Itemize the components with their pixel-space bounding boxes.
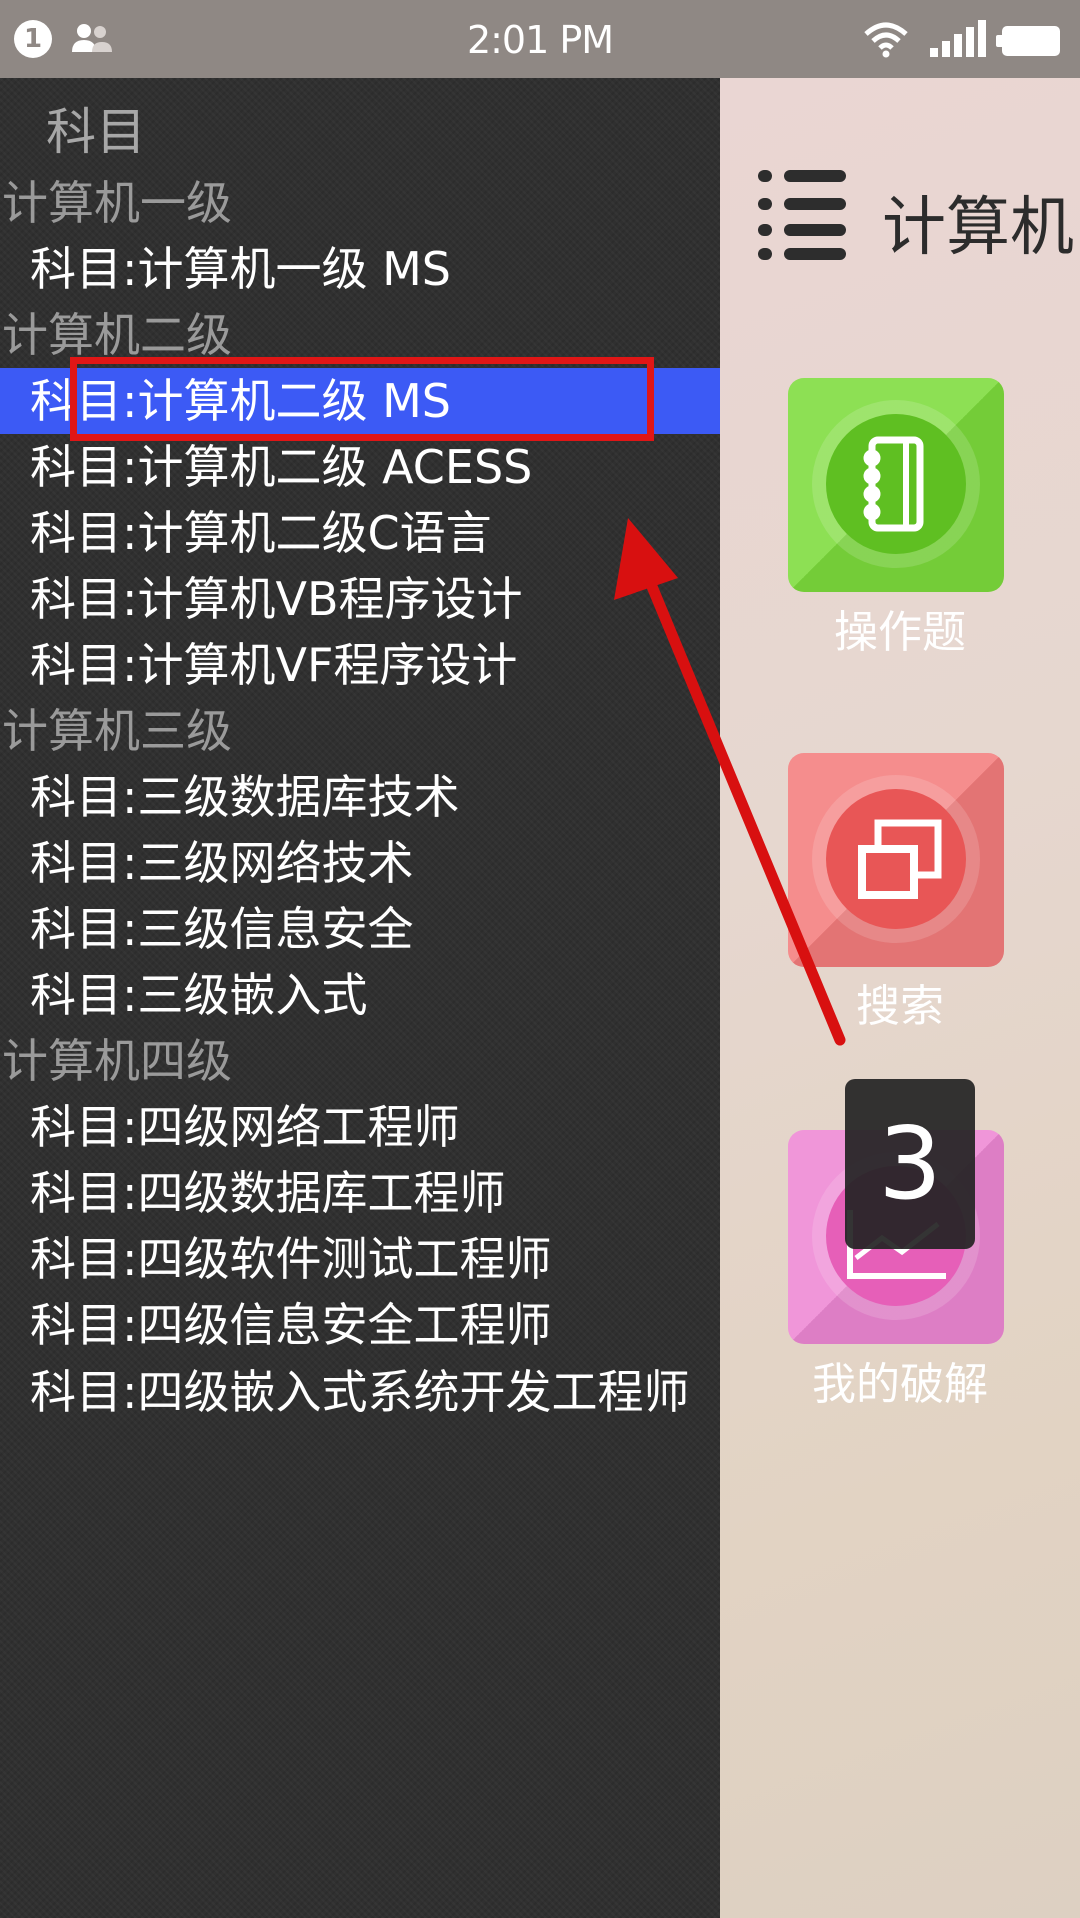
highlight-box-annotation bbox=[70, 357, 654, 441]
list-item[interactable]: 科目:三级网络技术 bbox=[0, 830, 720, 896]
operation-tile[interactable] bbox=[788, 378, 1004, 592]
my-crack-tile-label: 我的破解 bbox=[812, 1359, 988, 1410]
list-item[interactable]: 科目:四级网络工程师 bbox=[0, 1094, 720, 1160]
list-item[interactable]: 科目:三级数据库技术 bbox=[0, 764, 720, 830]
menu-list-icon[interactable] bbox=[758, 168, 848, 260]
list-item[interactable]: 科目:计算机二级C语言 bbox=[0, 500, 720, 566]
list-item[interactable]: 科目:计算机VF程序设计 bbox=[0, 632, 720, 698]
signal-icon bbox=[930, 20, 986, 57]
list-item[interactable]: 科目:三级嵌入式 bbox=[0, 962, 720, 1028]
main-panel: 计算机 操作题 搜索 我的破解 3 bbox=[720, 78, 1080, 1918]
list-item[interactable]: 科目:计算机VB程序设计 bbox=[0, 566, 720, 632]
windows-icon bbox=[858, 819, 942, 899]
list-item[interactable]: 科目:四级信息安全工程师 bbox=[0, 1292, 720, 1358]
wifi-icon bbox=[864, 22, 908, 58]
subject-drawer: 科目 计算机一级 科目:计算机一级 MS 计算机二级 科目:计算机二级 MS 科… bbox=[0, 78, 720, 1918]
status-bar: 1 2:01 PM bbox=[0, 0, 1080, 78]
list-item[interactable]: 科目:计算机二级 ACESS bbox=[0, 434, 720, 500]
list-item[interactable]: 科目:四级软件测试工程师 bbox=[0, 1226, 720, 1292]
list-item[interactable]: 科目:四级嵌入式系统开发工程师 bbox=[0, 1358, 690, 1420]
battery-icon bbox=[996, 26, 1060, 56]
operation-tile-label: 操作题 bbox=[834, 607, 966, 658]
status-time: 2:01 PM bbox=[466, 18, 614, 62]
list-item[interactable]: 科目:三级信息安全 bbox=[0, 896, 720, 962]
notebook-icon bbox=[863, 436, 924, 532]
list-item-label: 科目:四级嵌入式系统开发工程师 bbox=[30, 1365, 690, 1419]
search-tile[interactable] bbox=[788, 753, 1004, 967]
search-tile-label: 搜索 bbox=[856, 981, 944, 1032]
group-header-level3: 计算机三级 bbox=[2, 704, 232, 758]
page-indicator: 3 bbox=[845, 1079, 975, 1249]
group-header-level1: 计算机一级 bbox=[2, 176, 232, 230]
list-item[interactable]: 科目:四级数据库工程师 bbox=[0, 1160, 720, 1226]
list-item[interactable]: 科目:计算机一级 MS bbox=[0, 236, 720, 302]
group-header-level4: 计算机四级 bbox=[2, 1034, 232, 1088]
drawer-title: 科目 bbox=[46, 103, 146, 161]
page-title: 计算机 bbox=[882, 191, 1074, 265]
